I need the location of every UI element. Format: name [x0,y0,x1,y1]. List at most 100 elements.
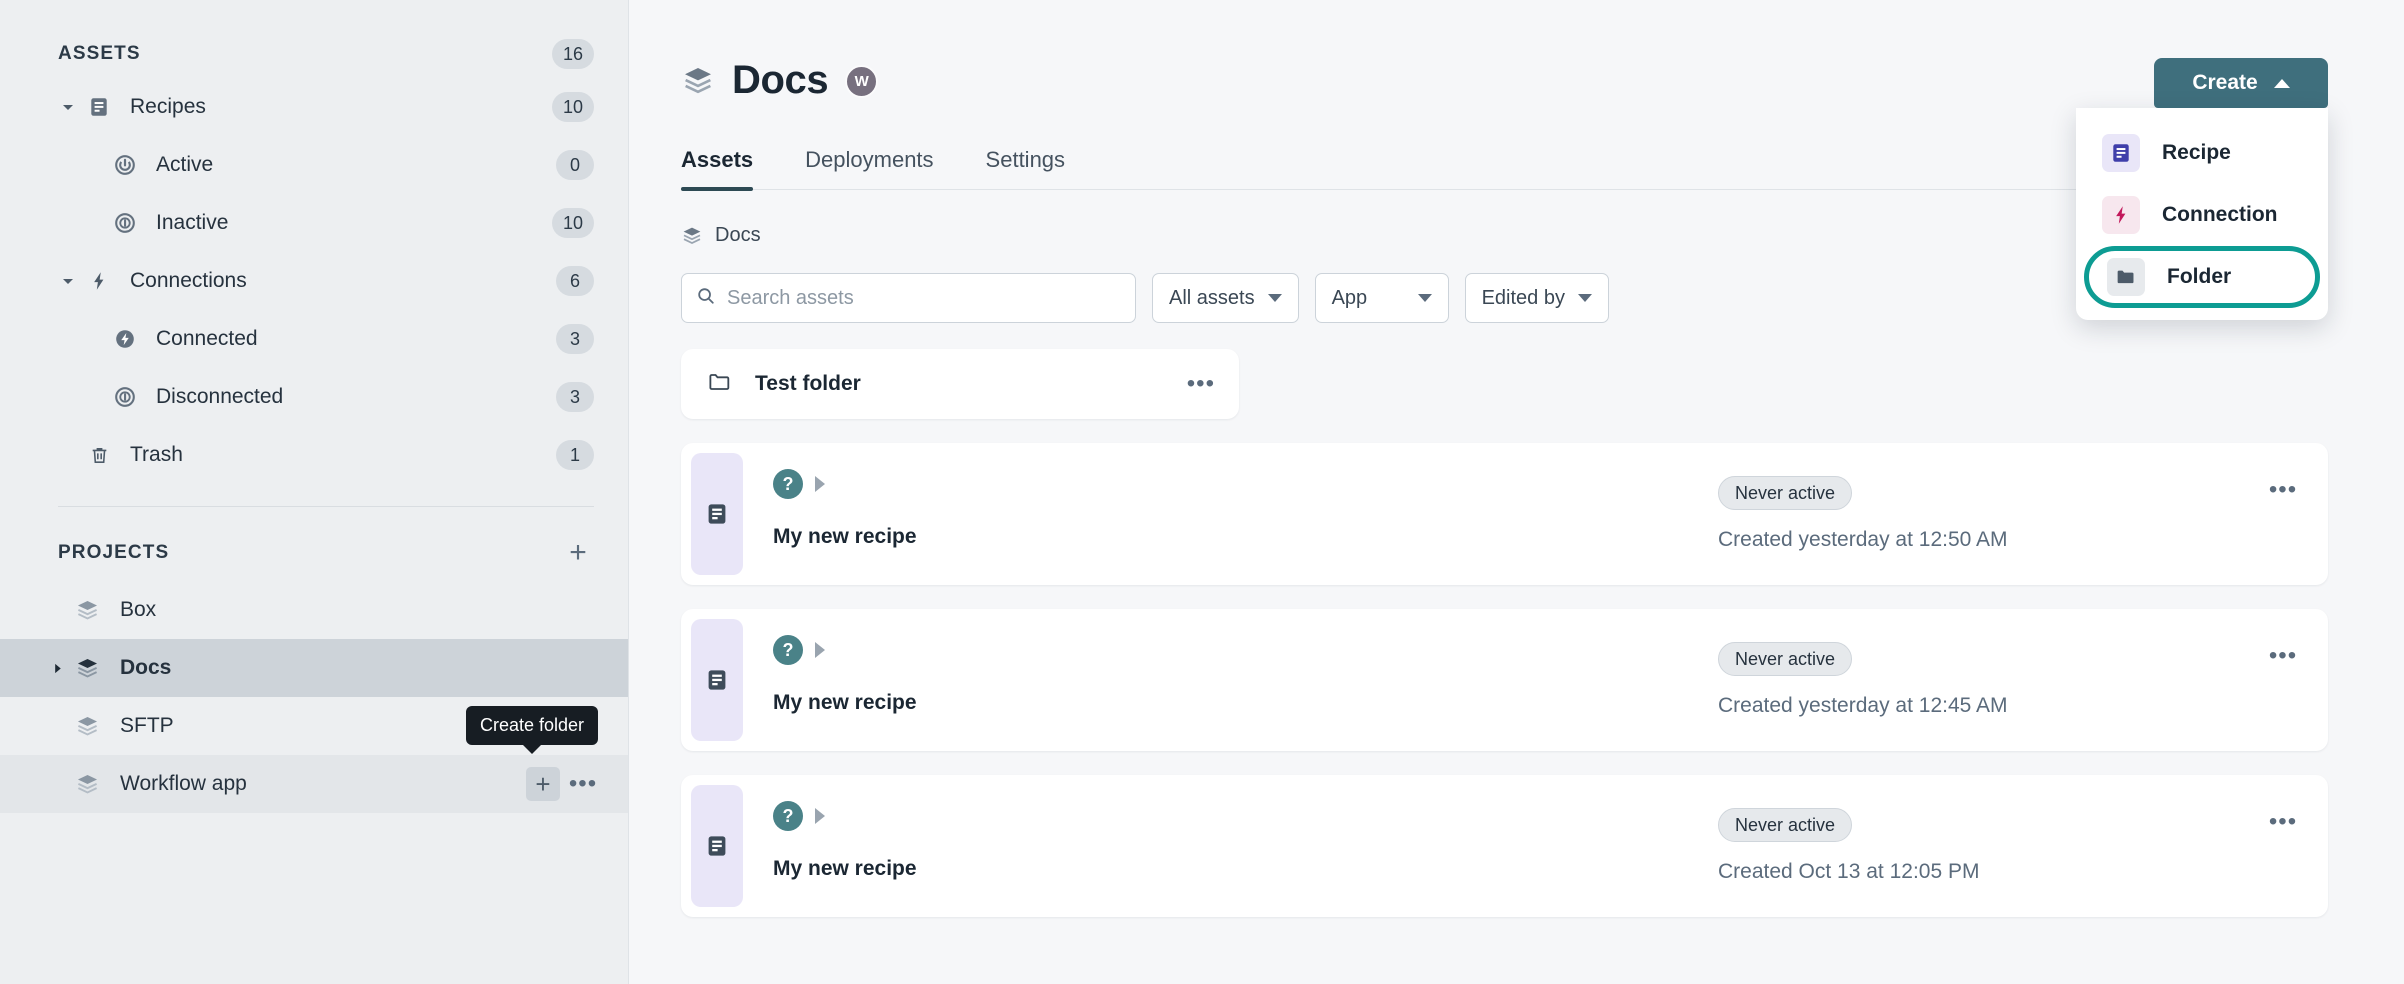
disconnected-icon [108,386,142,408]
sidebar-item-label: Disconnected [156,385,284,408]
status-badge: Never active [1718,476,1853,510]
create-button-label: Create [2192,71,2258,94]
chevron-right-icon [815,808,825,824]
sidebar-item-active[interactable]: Active 0 [0,136,628,194]
create-folder-button[interactable]: + [526,767,560,801]
create-dropdown-menu: Recipe Connection Folder [2076,108,2328,320]
menu-item-connection[interactable]: Connection [2076,184,2328,246]
folder-more-button[interactable]: ••• [1187,371,1215,396]
folder-icon [2107,258,2145,296]
search-input[interactable] [727,286,1121,310]
create-button[interactable]: Create [2154,58,2328,108]
filter-label: App [1331,286,1368,309]
asset-body: ? My new recipe [743,609,1718,751]
status-badge: Never active [1718,808,1853,842]
search-box[interactable] [681,273,1136,323]
asset-body: ? My new recipe [743,443,1718,585]
asset-title: My new recipe [773,691,917,714]
asset-meta: ? [773,801,1718,831]
stack-icon [681,225,703,247]
asset-status-col: Never active Created Oct 13 at 12:05 PM [1718,775,2238,917]
connected-icon [108,328,142,350]
sidebar-item-count: 10 [551,92,594,122]
unknown-app-icon: ? [773,801,803,831]
sidebar-item-connected[interactable]: Connected 3 [0,310,628,368]
sidebar-item-count: 3 [556,324,594,354]
asset-status-col: Never active Created yesterday at 12:45 … [1718,609,2238,751]
inactive-icon [108,212,142,234]
assets-section-title: ASSETS [58,43,141,64]
sidebar-item-label: Active [156,153,214,176]
sidebar-project-label: Docs [120,656,172,679]
menu-item-label: Recipe [2162,141,2231,164]
plus-icon: + [535,769,551,799]
tab-deployments[interactable]: Deployments [805,147,933,189]
chevron-down-icon[interactable] [54,273,82,289]
sidebar-item-count: 1 [556,440,594,470]
avatar[interactable]: W [845,65,879,98]
asset-more-col: ••• [2238,443,2328,585]
asset-row[interactable]: ? My new recipe Never active Created yes… [681,443,2328,585]
asset-more-button[interactable]: ••• [2269,478,2297,585]
filter-all-assets[interactable]: All assets [1152,273,1299,323]
assets-section-header: ASSETS 16 [0,30,628,78]
sidebar-item-label: Recipes [130,95,206,118]
recipe-icon [82,96,116,118]
sidebar-item-count: 0 [556,150,594,180]
sidebar-item-recipes[interactable]: Recipes 10 [0,78,628,136]
recipe-type-strip [691,453,743,575]
asset-more-button[interactable]: ••• [2269,810,2297,917]
menu-item-label: Connection [2162,203,2278,226]
stack-icon [70,656,104,681]
power-icon [108,154,142,176]
main-content: Docs W Assets Deployments Settings Docs [629,0,2404,984]
asset-more-col: ••• [2238,775,2328,917]
stack-icon [70,772,104,797]
chevron-up-icon [2273,78,2290,88]
assets-total-badge: 16 [551,39,594,69]
chevron-down-icon [1417,294,1432,302]
search-icon [696,286,716,311]
chevron-down-icon[interactable] [54,99,82,115]
project-row-actions: + ••• [526,767,600,801]
lightning-icon [2102,196,2140,234]
chevron-right-icon [815,476,825,492]
projects-section-title: PROJECTS [58,542,170,563]
recipe-type-strip [691,785,743,907]
sidebar-item-disconnected[interactable]: Disconnected 3 [0,368,628,426]
filter-label: All assets [1169,286,1255,309]
project-more-button[interactable]: ••• [566,767,600,801]
asset-more-button[interactable]: ••• [2269,644,2297,751]
tab-settings[interactable]: Settings [986,147,1066,189]
sidebar-item-count: 3 [556,382,594,412]
sidebar-item-connections[interactable]: Connections 6 [0,252,628,310]
filter-label: Edited by [1481,286,1565,309]
asset-more-col: ••• [2238,609,2328,751]
sidebar-project-workflow-app[interactable]: Workflow app + ••• [0,755,628,813]
sidebar-item-count: 6 [556,266,594,296]
menu-item-folder[interactable]: Folder [2084,246,2320,308]
chevron-right-icon[interactable] [44,662,70,675]
sidebar-item-label: Trash [130,443,183,466]
asset-row[interactable]: ? My new recipe Never active Created Oct… [681,775,2328,917]
recipe-cards: ? My new recipe Never active Created yes… [681,443,2328,917]
asset-created-date: Created yesterday at 12:45 AM [1718,694,2008,717]
asset-row[interactable]: ? My new recipe Never active Created yes… [681,609,2328,751]
folder-row[interactable]: Test folder ••• [681,349,1239,419]
assets-list: Test folder ••• ? My new recipe Never ac… [629,349,2404,917]
sidebar-project-box[interactable]: Box [0,581,628,639]
sidebar-project-docs[interactable]: Docs [0,639,628,697]
tab-assets[interactable]: Assets [681,147,754,191]
page-title: Docs [732,58,829,102]
breadcrumb-label[interactable]: Docs [715,224,761,247]
stack-icon [70,714,104,739]
chevron-down-icon [1577,294,1592,302]
filter-edited-by[interactable]: Edited by [1464,273,1609,323]
filter-app[interactable]: App [1314,273,1449,323]
sidebar-item-trash[interactable]: Trash 1 [0,426,628,484]
sidebar-item-inactive[interactable]: Inactive 10 [0,194,628,252]
add-project-button[interactable]: + [562,537,594,569]
app-root: ASSETS 16 Recipes 10 Active 0 Inactive 1… [0,0,2404,984]
asset-created-date: Created Oct 13 at 12:05 PM [1718,860,1980,883]
menu-item-recipe[interactable]: Recipe [2076,122,2328,184]
